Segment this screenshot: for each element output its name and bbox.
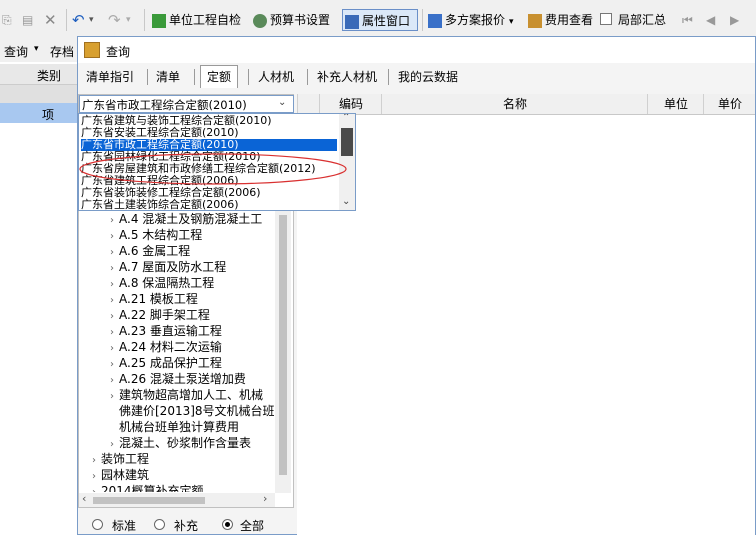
fee-icon [528, 13, 542, 28]
tree-node[interactable]: 机械台班单独计算费用 [81, 419, 239, 435]
first-icon[interactable]: ⏮ [682, 9, 693, 31]
multi-scheme-button[interactable]: 多方案报价 ▾ [428, 9, 514, 31]
undo-dropdown-icon[interactable]: ▾ [89, 9, 94, 31]
tree-node[interactable]: ›2014概算补充定额 [81, 483, 204, 492]
combo-value: 广东省市政工程综合定额(2010) [82, 98, 247, 112]
chevron-down-icon[interactable]: ⌄ [278, 97, 286, 108]
grid-corner [297, 94, 320, 114]
redo-dropdown-icon[interactable]: ▾ [126, 9, 131, 31]
next-icon[interactable]: ▶ [730, 9, 739, 31]
redo-icon[interactable]: ↷ [108, 9, 121, 31]
tree-node[interactable]: › A.21 模板工程 [81, 291, 198, 307]
gear-icon [253, 13, 267, 28]
standard-label: 标准 [112, 519, 137, 533]
grid-check-icon [152, 13, 166, 28]
tree-node[interactable]: › A.26 混凝土泵送增加费 [81, 371, 246, 387]
annotation-ellipse [79, 153, 347, 185]
copy-icon[interactable]: ⎘ [2, 9, 12, 31]
prev-icon[interactable]: ◀ [706, 9, 715, 31]
archive-menu[interactable]: 存档 [50, 43, 74, 60]
scrollbar-thumb[interactable] [93, 497, 205, 504]
chevron-left-icon[interactable]: ‹ [82, 492, 86, 505]
dropdown-option[interactable]: 广东省土建装饰综合定额(2006) [81, 199, 239, 211]
main-toolbar: ⎘ ▤ ✕ ↶ ▾ ↷ ▾ 单位工程自检 预算书设置 属性窗口 多方案报价 ▾ 费… [0, 0, 756, 41]
tree-node[interactable]: 佛建价[2013]8号文机械台班 [81, 403, 275, 419]
scrollbar-thumb[interactable] [279, 215, 287, 475]
tree-node[interactable]: › A.4 混凝土及钢筋混凝土工 [81, 211, 262, 227]
left-grid-selected-row[interactable]: 项 [0, 103, 78, 123]
window-icon [345, 14, 359, 29]
dialog-titlebar[interactable]: 查询 [78, 37, 755, 63]
standard-radio[interactable] [92, 519, 103, 530]
type-column-header: 类别 [37, 69, 62, 83]
left-background-panel: 查询 ▾ 存档 类别 项 [0, 40, 79, 535]
tree-node[interactable]: › A.24 材料二次运输 [81, 339, 222, 355]
dialog-title: 查询 [106, 45, 131, 59]
all-label: 全部 [240, 519, 265, 533]
tree-node[interactable]: › A.7 屋面及防水工程 [81, 259, 226, 275]
tree-node[interactable]: › 园林建筑 [81, 467, 149, 483]
tree-node[interactable]: › A.8 保温隔热工程 [81, 275, 214, 291]
delete-icon[interactable]: ✕ [44, 9, 57, 31]
chevron-right-icon[interactable]: › [263, 492, 267, 505]
chevron-right-icon: › [87, 485, 101, 492]
supplement-label: 补充 [174, 519, 199, 533]
document-icon [428, 13, 442, 28]
tree-node[interactable]: › A.5 木结构工程 [81, 227, 202, 243]
property-window-button[interactable]: 属性窗口 [342, 9, 418, 31]
sub-toolbar: 查询 ▾ 存档 [0, 40, 78, 62]
query-dialog: 查询 清单指引 清单 定额 人材机 补充人材机 我的云数据 编码 名称 单位 单… [77, 36, 756, 535]
unit-check-button[interactable]: 单位工程自检 [152, 9, 241, 31]
tab-list-guide[interactable]: 清单指引 [80, 66, 140, 88]
paste-icon[interactable]: ▤ [22, 9, 33, 31]
query-menu[interactable]: 查询 [4, 43, 28, 60]
result-grid-header: 编码 名称 单位 单价 [297, 94, 755, 115]
tab-supplementary-lmm[interactable]: 补充人材机 [311, 66, 383, 88]
chevron-down-icon[interactable]: ⌄ [342, 196, 350, 207]
tree-node[interactable]: › A.22 脚手架工程 [81, 307, 210, 323]
tree-node[interactable]: › A.6 金属工程 [81, 243, 190, 259]
tab-my-cloud-data[interactable]: 我的云数据 [392, 66, 464, 88]
chevron-down-icon[interactable]: ▾ [34, 44, 39, 54]
tree-node[interactable]: › 建筑物超高增加人工、机械 [81, 387, 263, 403]
app-icon [84, 42, 100, 58]
undo-icon[interactable]: ↶ [72, 9, 85, 31]
tree-node[interactable]: › 混凝土、砂浆制作含量表 [81, 435, 251, 451]
chevron-down-icon: ▾ [509, 17, 514, 27]
chevron-up-icon[interactable]: ⌃ [342, 114, 350, 123]
tree-node[interactable]: › A.23 垂直运输工程 [81, 323, 222, 339]
supplement-radio[interactable] [154, 519, 165, 530]
budget-settings-button[interactable]: 预算书设置 [253, 9, 330, 31]
tree-node[interactable]: › 装饰工程 [81, 451, 149, 467]
tab-labor-material-machine[interactable]: 人材机 [252, 66, 300, 88]
left-grid-row[interactable] [0, 85, 78, 103]
partial-summary-label: 局部汇总 [618, 13, 667, 27]
unit-column-header[interactable]: 单位 [647, 94, 704, 114]
partial-summary-checkbox[interactable] [600, 13, 612, 25]
left-grid-header: 类别 [0, 64, 78, 85]
tab-bar: 清单指引 清单 定额 人材机 补充人材机 我的云数据 [78, 64, 755, 90]
filter-radio-group: 标准 补充 全部 [78, 515, 298, 537]
row-type-cell: 项 [42, 108, 55, 122]
name-column-header[interactable]: 名称 [381, 94, 648, 114]
tree-node[interactable]: › A.25 成品保护工程 [81, 355, 222, 371]
code-column-header[interactable]: 编码 [319, 94, 382, 114]
all-radio[interactable] [222, 519, 233, 530]
tab-quota[interactable]: 定额 [200, 65, 239, 88]
result-grid-body[interactable] [297, 115, 755, 535]
quota-library-combo[interactable]: 广东省市政工程综合定额(2010) ⌄ [79, 95, 294, 113]
tree-horizontal-scrollbar[interactable]: ‹ › [79, 492, 275, 507]
fee-view-button[interactable]: 费用查看 [528, 9, 593, 31]
price-column-header[interactable]: 单价 [703, 94, 756, 114]
tab-list[interactable]: 清单 [150, 66, 186, 88]
